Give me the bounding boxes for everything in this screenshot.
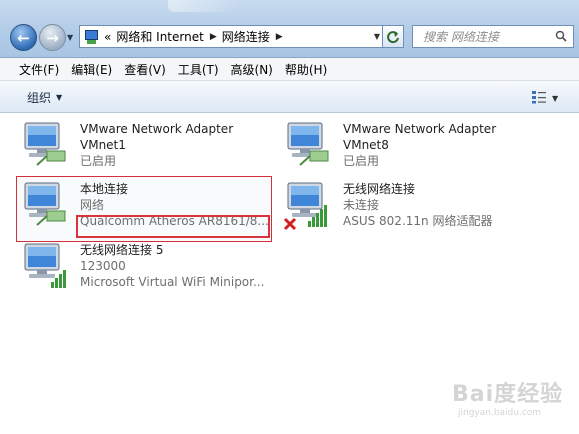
chevron-right-icon[interactable]: ▶ <box>210 32 217 42</box>
connection-name: VMware Network Adapter <box>80 122 234 136</box>
refresh-button[interactable] <box>382 25 404 48</box>
organize-button[interactable]: 组织 ▼ <box>27 89 62 106</box>
connection-name-secondary: VMnet1 <box>80 138 126 152</box>
breadcrumb-overflow[interactable]: « <box>104 30 111 44</box>
connection-name: 无线网络连接 <box>343 182 416 196</box>
recent-pages-dropdown[interactable]: ▼ <box>67 34 75 42</box>
connection-item-vmnet8[interactable]: VMware Network Adapter VMnet8 已启用 <box>280 121 530 183</box>
network-adapter-icon <box>287 122 329 166</box>
connection-status: 123000 <box>80 259 126 273</box>
network-connections-icon <box>84 29 100 45</box>
address-bar[interactable]: « 网络和 Internet ▶ 网络连接 ▶ ▼ <box>79 25 404 48</box>
connection-name-secondary: VMnet8 <box>343 138 389 152</box>
menu-bar: 文件(F) 编辑(E) 查看(V) 工具(T) 高级(N) 帮助(H) <box>0 58 579 81</box>
connection-item-wireless[interactable]: 无线网络连接 未连接 ASUS 802.11n 网络适配器 <box>280 181 530 243</box>
connection-name: 本地连接 <box>80 182 129 196</box>
network-adapter-icon <box>24 182 66 226</box>
connection-status: 已启用 <box>80 154 117 168</box>
arrow-left-icon: ← <box>17 28 30 47</box>
connection-status: 已启用 <box>343 154 380 168</box>
menu-advanced[interactable]: 高级(N) <box>225 61 279 78</box>
connection-status: 未连接 <box>343 198 380 212</box>
menu-view[interactable]: 查看(V) <box>118 61 172 78</box>
menu-tools[interactable]: 工具(T) <box>172 61 225 78</box>
view-options-dropdown-icon[interactable]: ▼ <box>552 94 558 103</box>
device-highlight-box <box>76 215 270 238</box>
forward-button[interactable]: → <box>39 24 66 51</box>
window-titlebar: ← → ▼ « 网络和 Internet ▶ 网络连接 ▶ ▼ 搜索 网络连接 <box>0 0 579 58</box>
refresh-icon <box>387 30 399 43</box>
chevron-right-icon[interactable]: ▶ <box>276 32 283 42</box>
connection-item-wireless-5[interactable]: 无线网络连接 5 123000 Microsoft Virtual WiFi M… <box>17 242 277 304</box>
connection-name: VMware Network Adapter <box>343 122 497 136</box>
menu-help[interactable]: 帮助(H) <box>279 61 333 78</box>
command-bar: 组织 ▼ ▼ <box>0 81 579 113</box>
connection-item-vmnet1[interactable]: VMware Network Adapter VMnet1 已启用 <box>17 121 267 183</box>
breadcrumb-network-connections[interactable]: 网络连接 ▶ <box>222 28 283 45</box>
search-icon[interactable] <box>555 30 567 42</box>
connection-device: ASUS 802.11n 网络适配器 <box>343 214 493 228</box>
menu-edit[interactable]: 编辑(E) <box>65 61 118 78</box>
menu-file[interactable]: 文件(F) <box>0 61 65 78</box>
window-title-ghost <box>168 0 238 12</box>
baidu-watermark: Bai度经验 jingyan.baidu.com <box>452 382 564 418</box>
arrow-right-icon: → <box>46 28 59 47</box>
network-adapter-icon <box>24 122 66 166</box>
breadcrumb-network-internet[interactable]: 网络和 Internet ▶ <box>116 28 216 45</box>
search-input[interactable]: 搜索 网络连接 <box>412 25 574 48</box>
network-adapter-icon <box>24 243 66 288</box>
disconnected-x-icon <box>283 217 297 231</box>
connection-status: 网络 <box>80 198 105 212</box>
connection-device: Microsoft Virtual WiFi Minipor... <box>80 275 265 289</box>
connection-name: 无线网络连接 5 <box>80 243 164 257</box>
back-button[interactable]: ← <box>10 24 37 51</box>
change-view-icon[interactable] <box>531 90 547 104</box>
chevron-down-icon: ▼ <box>56 93 63 102</box>
